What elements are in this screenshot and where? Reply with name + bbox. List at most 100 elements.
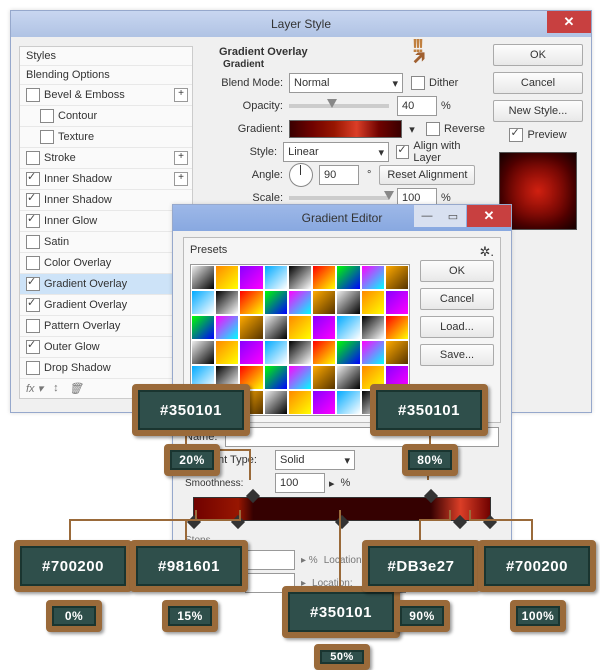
preset-swatch[interactable] bbox=[385, 265, 409, 290]
gear-icon[interactable]: ✲. bbox=[479, 244, 494, 260]
style-checkbox[interactable] bbox=[40, 130, 54, 144]
opacity-slider[interactable] bbox=[289, 104, 389, 108]
stop-opacity-input[interactable] bbox=[245, 550, 295, 570]
styles-header[interactable]: Styles bbox=[20, 47, 192, 66]
smoothness-input[interactable]: 100 bbox=[275, 473, 325, 493]
style-item[interactable]: Inner Shadow+ bbox=[20, 169, 192, 190]
style-checkbox[interactable] bbox=[26, 256, 40, 270]
style-item[interactable]: Texture bbox=[20, 127, 192, 148]
opacity-input[interactable]: 40 bbox=[397, 96, 437, 116]
arrow-up-icon[interactable]: ↕ bbox=[53, 382, 59, 395]
style-checkbox[interactable] bbox=[26, 298, 40, 312]
preset-swatch[interactable] bbox=[361, 340, 385, 365]
style-item[interactable]: Bevel & Emboss+ bbox=[20, 85, 192, 106]
ge-ok-button[interactable]: OK bbox=[420, 260, 494, 282]
preset-swatch[interactable] bbox=[336, 390, 360, 415]
preset-swatch[interactable] bbox=[385, 340, 409, 365]
style-checkbox[interactable] bbox=[40, 109, 54, 123]
reset-alignment-button[interactable]: Reset Alignment bbox=[379, 165, 475, 185]
preset-swatch[interactable] bbox=[264, 390, 288, 415]
style-item[interactable]: Color Overlay+ bbox=[20, 253, 192, 274]
preset-swatch[interactable] bbox=[264, 315, 288, 340]
style-item[interactable]: Pattern Overlay bbox=[20, 316, 192, 337]
color-stop[interactable] bbox=[231, 515, 245, 529]
preset-swatch[interactable] bbox=[312, 390, 336, 415]
preset-swatch[interactable] bbox=[191, 315, 215, 340]
gradient-type-select[interactable]: Solid▾ bbox=[275, 450, 355, 470]
ok-button[interactable]: OK bbox=[493, 44, 583, 66]
style-item[interactable]: Inner Shadow bbox=[20, 190, 192, 211]
style-checkbox[interactable] bbox=[26, 277, 40, 291]
blending-options[interactable]: Blending Options bbox=[20, 66, 192, 85]
preset-swatch[interactable] bbox=[288, 390, 312, 415]
ge-save-button[interactable]: Save... bbox=[420, 344, 494, 366]
preset-swatch[interactable] bbox=[361, 265, 385, 290]
ge-cancel-button[interactable]: Cancel bbox=[420, 288, 494, 310]
color-stop[interactable] bbox=[187, 515, 201, 529]
style-checkbox[interactable] bbox=[26, 340, 40, 354]
preset-swatch[interactable] bbox=[336, 265, 360, 290]
close-icon[interactable]: ✕ bbox=[547, 11, 591, 33]
preset-swatch[interactable] bbox=[336, 290, 360, 315]
fx-icon[interactable]: fx ▾ bbox=[26, 382, 43, 395]
style-checkbox[interactable] bbox=[26, 361, 40, 375]
preset-swatch[interactable] bbox=[385, 290, 409, 315]
preset-swatch[interactable] bbox=[239, 315, 263, 340]
plus-icon[interactable]: + bbox=[174, 88, 188, 102]
preset-swatch[interactable] bbox=[215, 340, 239, 365]
style-checkbox[interactable] bbox=[26, 235, 40, 249]
preset-swatch[interactable] bbox=[264, 365, 288, 390]
style-checkbox[interactable] bbox=[26, 214, 40, 228]
style-checkbox[interactable] bbox=[26, 151, 40, 165]
reverse-checkbox[interactable] bbox=[426, 122, 440, 136]
style-item[interactable]: Stroke+ bbox=[20, 148, 192, 169]
preset-swatch[interactable] bbox=[264, 340, 288, 365]
style-item[interactable]: Satin bbox=[20, 232, 192, 253]
style-checkbox[interactable] bbox=[26, 172, 40, 186]
preset-swatch[interactable] bbox=[191, 340, 215, 365]
preset-swatch[interactable] bbox=[312, 290, 336, 315]
preset-swatch[interactable] bbox=[215, 315, 239, 340]
preset-swatch[interactable] bbox=[239, 265, 263, 290]
gradient-bar[interactable] bbox=[193, 497, 491, 521]
preset-swatch[interactable] bbox=[215, 265, 239, 290]
style-item[interactable]: Drop Shadow+ bbox=[20, 358, 192, 379]
preset-swatch[interactable] bbox=[312, 340, 336, 365]
gradient-swatch[interactable] bbox=[289, 120, 402, 138]
color-stop[interactable] bbox=[453, 515, 467, 529]
style-item[interactable]: Outer Glow bbox=[20, 337, 192, 358]
preset-swatch[interactable] bbox=[288, 265, 312, 290]
preset-swatch[interactable] bbox=[361, 315, 385, 340]
close-icon[interactable]: ✕ bbox=[467, 205, 511, 227]
preset-swatch[interactable] bbox=[239, 340, 263, 365]
trash-icon[interactable]: 🗑 bbox=[69, 382, 83, 395]
preset-swatch[interactable] bbox=[191, 265, 215, 290]
color-stop[interactable] bbox=[335, 515, 349, 529]
align-checkbox[interactable] bbox=[396, 145, 409, 159]
preset-swatch[interactable] bbox=[385, 315, 409, 340]
color-stop[interactable] bbox=[483, 515, 497, 529]
preset-swatch[interactable] bbox=[336, 340, 360, 365]
preset-swatch[interactable] bbox=[361, 290, 385, 315]
cancel-button[interactable]: Cancel bbox=[493, 72, 583, 94]
style-item[interactable]: Gradient Overlay bbox=[20, 295, 192, 316]
new-style-button[interactable]: New Style... bbox=[493, 100, 583, 122]
plus-icon[interactable]: + bbox=[174, 151, 188, 165]
style-item[interactable]: Contour bbox=[20, 106, 192, 127]
preview-checkbox[interactable] bbox=[509, 128, 523, 142]
plus-icon[interactable]: + bbox=[174, 172, 188, 186]
style-checkbox[interactable] bbox=[26, 193, 40, 207]
preset-swatch[interactable] bbox=[239, 290, 263, 315]
preset-swatch[interactable] bbox=[312, 265, 336, 290]
preset-swatch[interactable] bbox=[288, 315, 312, 340]
style-checkbox[interactable] bbox=[26, 88, 40, 102]
preset-swatch[interactable] bbox=[336, 365, 360, 390]
preset-swatch[interactable] bbox=[288, 340, 312, 365]
preset-swatch[interactable] bbox=[288, 365, 312, 390]
preset-swatch[interactable] bbox=[191, 290, 215, 315]
style-select[interactable]: Linear▾ bbox=[283, 142, 389, 162]
preset-swatch[interactable] bbox=[312, 315, 336, 340]
maximize-icon[interactable]: ▭ bbox=[440, 205, 466, 227]
preset-swatch[interactable] bbox=[264, 265, 288, 290]
preset-swatch[interactable] bbox=[264, 290, 288, 315]
